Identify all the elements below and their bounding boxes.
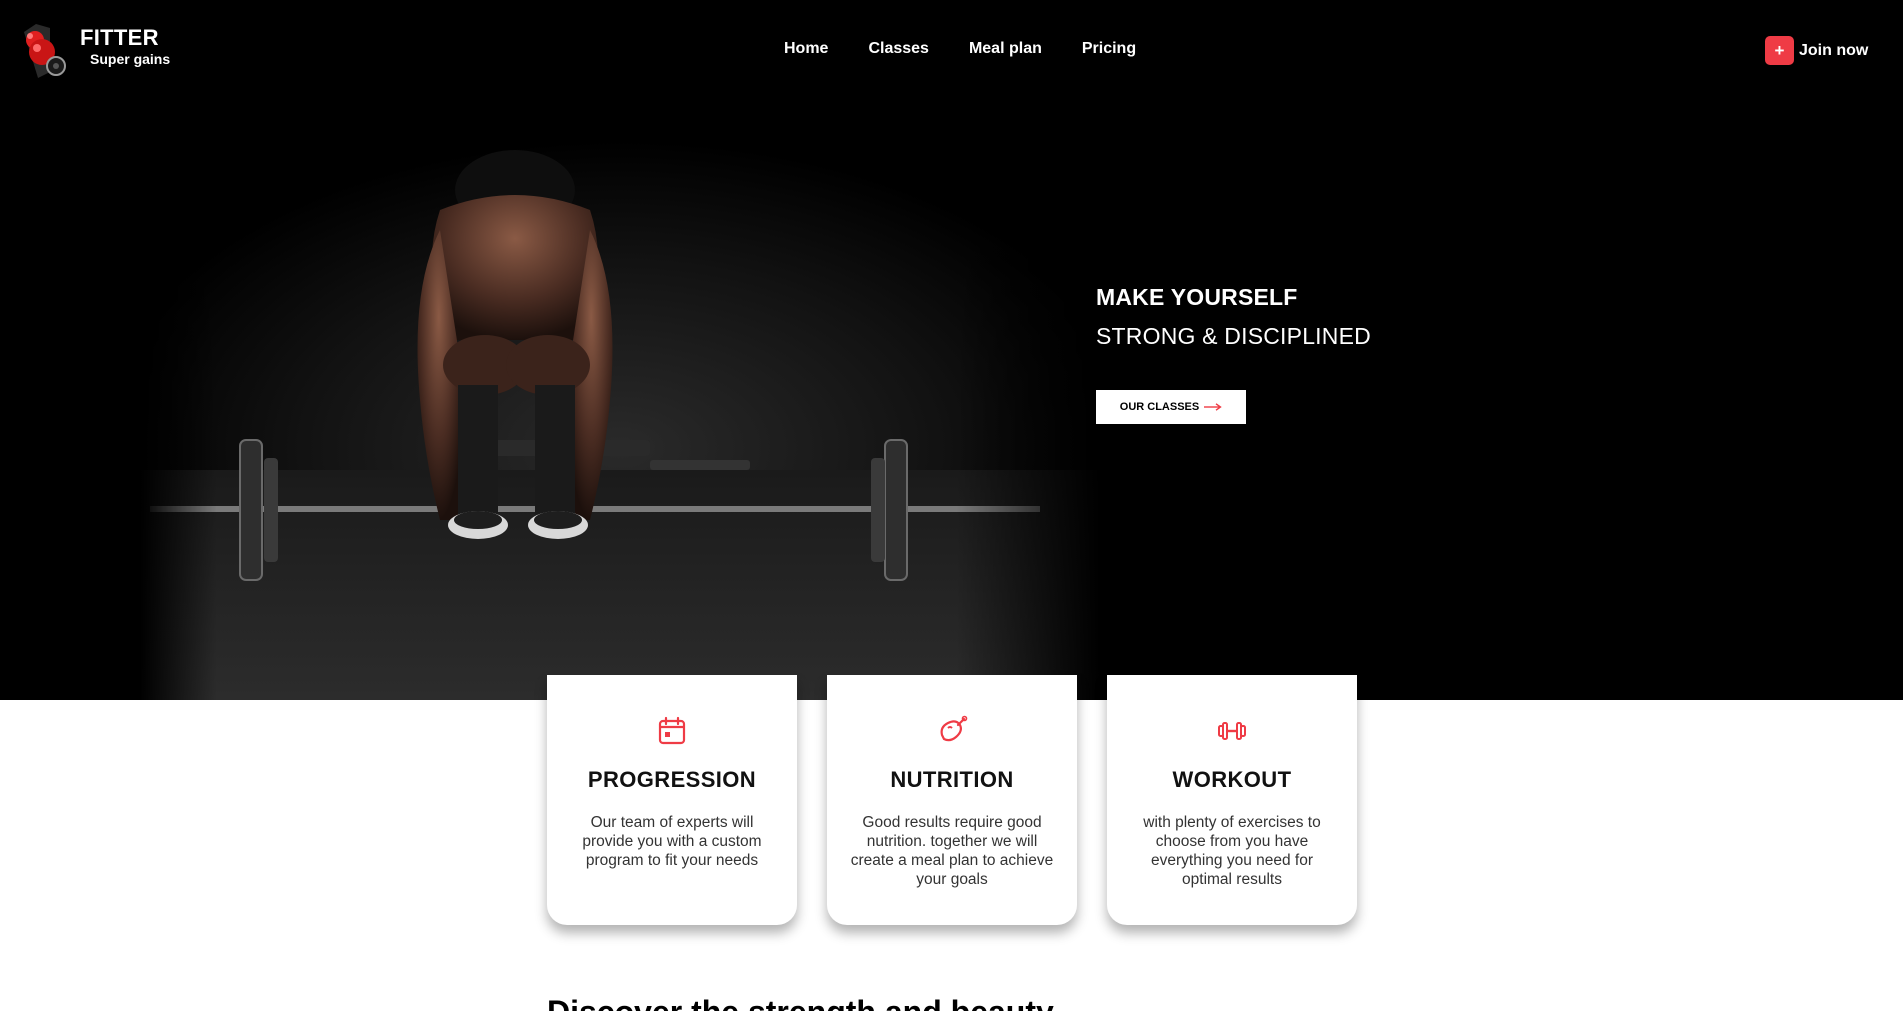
feature-card-nutrition: NUTRITION Good results require good nutr… [827, 675, 1077, 925]
brand-name: FITTER [80, 25, 159, 50]
page: FITTER Super gains Home Classes Meal pla… [0, 0, 1903, 1011]
plus-icon: + [1765, 36, 1794, 65]
features-cards: PROGRESSION Our team of experts will pro… [547, 675, 1357, 925]
our-classes-label: OUR CLASSES [1119, 401, 1200, 413]
nav-link-classes[interactable]: Classes [868, 40, 929, 58]
hero-section [0, 0, 1903, 700]
our-classes-button[interactable]: OUR CLASSES [1096, 390, 1246, 424]
main-menu: Home Classes Meal plan Pricing [784, 40, 1176, 58]
feature-title: NUTRITION [890, 767, 1014, 792]
feature-title: WORKOUT [1172, 767, 1292, 792]
top-navigation: FITTER Super gains Home Classes Meal pla… [0, 0, 1903, 100]
feature-card-progression: PROGRESSION Our team of experts will pro… [547, 675, 797, 925]
brand-logo[interactable]: FITTER Super gains [20, 22, 170, 80]
hero-image-weightlifter [140, 140, 1100, 700]
boxing-glove-icon [24, 24, 66, 78]
brand-tagline: Super gains [90, 51, 171, 67]
feature-description: Our team of experts will provide you wit… [582, 814, 762, 869]
meat-leg-icon [940, 715, 968, 742]
feature-card-workout: WORKOUT with plenty of exercises to choo… [1107, 675, 1357, 925]
feature-description: Good results require good nutrition. tog… [850, 814, 1054, 888]
nav-link-home[interactable]: Home [784, 40, 828, 58]
nav-link-pricing[interactable]: Pricing [1082, 40, 1136, 58]
dumbbell-icon [1218, 722, 1246, 740]
feature-title: PROGRESSION [587, 767, 757, 792]
join-now-button[interactable]: + Join now [1765, 36, 1868, 65]
hero-headline: MAKE YOURSELF [1096, 284, 1298, 310]
calendar-icon [658, 716, 686, 745]
section-heading-discover: Discover the strength and beauty [547, 994, 1054, 1011]
feature-description: with plenty of exercises to choose from … [1143, 814, 1321, 888]
arrow-right-icon [1204, 403, 1222, 411]
nav-link-meal-plan[interactable]: Meal plan [969, 40, 1042, 58]
join-now-label: Join now [1799, 41, 1869, 59]
hero-subheadline: STRONG & DISCIPLINED [1096, 323, 1371, 349]
brand-text: FITTER Super gains [80, 27, 170, 67]
hero-copy: MAKE YOURSELF STRONG & DISCIPLINED OUR C… [1096, 284, 1371, 424]
